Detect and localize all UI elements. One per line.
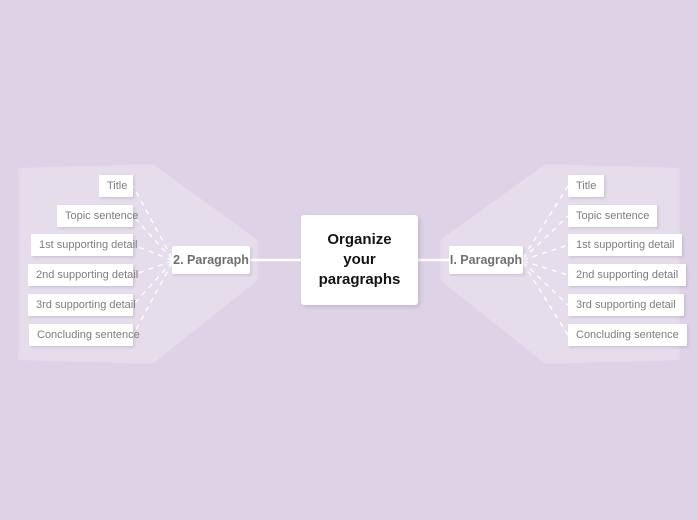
leaf-label: Concluding sentence	[37, 329, 140, 341]
leaf-label: 1st supporting detail	[39, 239, 138, 251]
central-node-line-2: your	[343, 251, 376, 268]
branch-node-left[interactable]: 2. Paragraph	[172, 246, 250, 274]
leaf-label: 1st supporting detail	[576, 239, 675, 251]
leaf-node-right-3[interactable]: 1st supporting detail	[568, 234, 683, 256]
leaf-label: Concluding sentence	[576, 329, 679, 341]
leaf-label: Title	[107, 180, 128, 192]
leaf-label: Title	[576, 180, 597, 192]
leaf-node-right-2[interactable]: Topic sentence	[568, 205, 658, 227]
leaf-node-left-6[interactable]: Concluding sentence	[29, 324, 140, 346]
leaf-node-left-4[interactable]: 2nd supporting detail	[28, 264, 138, 286]
leaf-node-left-1[interactable]: Title	[99, 175, 133, 197]
leaf-node-right-1[interactable]: Title	[568, 175, 605, 197]
central-node[interactable]: Organize your paragraphs	[301, 215, 418, 305]
leaf-node-right-5[interactable]: 3rd supporting detail	[568, 294, 684, 316]
branch-node-left-label: 2. Paragraph	[173, 253, 249, 267]
central-node-line-1: Organize	[327, 231, 392, 248]
leaf-label: 3rd supporting detail	[576, 299, 676, 311]
leaf-node-right-4[interactable]: 2nd supporting detail	[568, 264, 687, 286]
leaf-node-left-2[interactable]: Topic sentence	[57, 205, 138, 227]
central-node-line-3: paragraphs	[318, 271, 401, 288]
leaf-node-right-6[interactable]: Concluding sentence	[568, 324, 687, 346]
leaf-node-left-3[interactable]: 1st supporting detail	[31, 234, 137, 256]
leaf-label: Topic sentence	[576, 210, 650, 222]
branch-node-right-label: I. Paragraph	[449, 253, 523, 267]
branch-node-right[interactable]: I. Paragraph	[449, 246, 523, 274]
leaf-node-left-5[interactable]: 3rd supporting detail	[28, 294, 136, 316]
leaf-label: 2nd supporting detail	[576, 269, 679, 281]
leaf-label: 2nd supporting detail	[36, 269, 139, 281]
leaf-label: 3rd supporting detail	[36, 299, 136, 311]
mindmap-canvas: Organize your paragraphs I. Paragraph 2.…	[0, 0, 697, 520]
leaf-label: Topic sentence	[65, 210, 139, 222]
